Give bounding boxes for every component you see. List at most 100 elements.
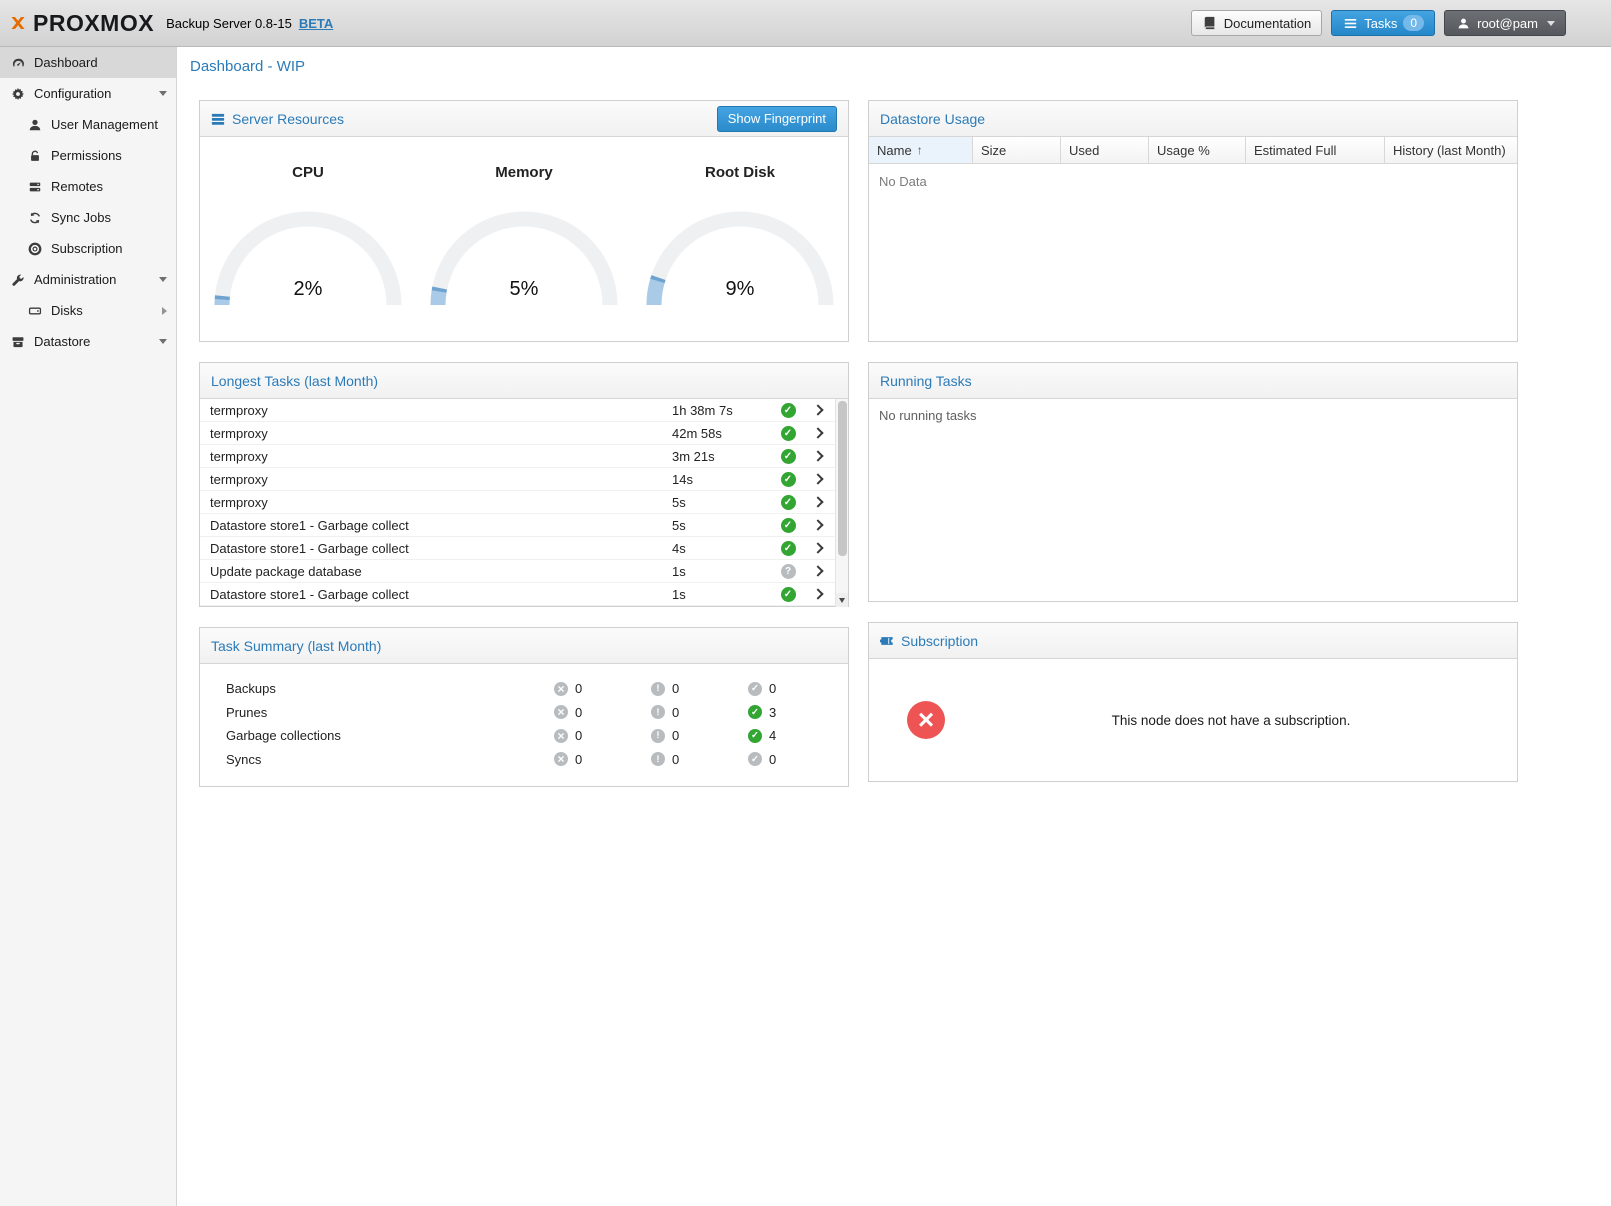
- status-ok-icon: [781, 518, 796, 533]
- task-row[interactable]: Datastore store1 - Garbage collect 1s: [200, 583, 848, 606]
- column-header-used[interactable]: Used: [1061, 137, 1149, 163]
- subscription-message: This node does not have a subscription.: [945, 713, 1517, 728]
- proxmox-x-icon: [10, 9, 26, 37]
- warning-count: 0: [672, 728, 679, 743]
- task-row[interactable]: termproxy 5s: [200, 491, 848, 514]
- task-list-icon: [1342, 17, 1358, 30]
- datastore-usage-panel: Datastore Usage Name ↑ Size Used Usage %…: [868, 100, 1518, 342]
- task-summary-body: Backups 0 0 0 Prunes 0 0 3 Garbage colle…: [200, 664, 848, 771]
- error-icon: [554, 729, 568, 743]
- right-column: Datastore Usage Name ↑ Size Used Usage %…: [868, 100, 1518, 787]
- task-row[interactable]: termproxy 42m 58s: [200, 422, 848, 445]
- dashboard-icon: [10, 56, 26, 70]
- chevron-down-icon[interactable]: [159, 339, 167, 344]
- tasks-label: Tasks: [1364, 16, 1397, 31]
- warning-count: 0: [672, 752, 679, 767]
- user-label: root@pam: [1477, 16, 1538, 31]
- ok-icon: [748, 682, 762, 696]
- datastore-usage-header: Datastore Usage: [869, 101, 1517, 137]
- open-task-button[interactable]: [804, 406, 832, 414]
- open-task-button[interactable]: [804, 475, 832, 483]
- open-task-button[interactable]: [804, 452, 832, 460]
- error-count: 0: [575, 705, 582, 720]
- sidebar-item-permissions[interactable]: Permissions: [0, 140, 176, 171]
- chevron-right-icon: [812, 404, 823, 415]
- task-row[interactable]: Datastore store1 - Garbage collect 4s: [200, 537, 848, 560]
- cpu-gauge: CPU 2%: [208, 137, 408, 309]
- server-resources-header: Server Resources Show Fingerprint: [200, 101, 848, 137]
- chevron-down-icon[interactable]: [159, 277, 167, 282]
- sidebar-item-remotes[interactable]: Remotes: [0, 171, 176, 202]
- summary-row: Garbage collections 0 0 4: [200, 724, 848, 748]
- root-disk-gauge-label: Root Disk: [640, 164, 840, 181]
- column-header-size[interactable]: Size: [973, 137, 1061, 163]
- open-task-button[interactable]: [804, 498, 832, 506]
- warning-icon: [651, 705, 665, 719]
- sidebar-item-configuration[interactable]: Configuration: [0, 78, 176, 109]
- tasks-button[interactable]: Tasks 0: [1331, 10, 1435, 36]
- running-tasks-panel: Running Tasks No running tasks: [868, 362, 1518, 602]
- chevron-right-icon: [812, 427, 823, 438]
- empty-state-text: No running tasks: [869, 399, 1517, 432]
- sidebar-item-dashboard[interactable]: Dashboard: [0, 47, 176, 78]
- gear-icon: [10, 87, 26, 101]
- longest-tasks-header: Longest Tasks (last Month): [200, 363, 848, 399]
- column-header-name[interactable]: Name ↑: [869, 137, 973, 163]
- open-task-button[interactable]: [804, 429, 832, 437]
- sidebar-item-sync-jobs[interactable]: Sync Jobs: [0, 202, 176, 233]
- chevron-right-icon[interactable]: [162, 307, 167, 315]
- triangle-down-icon: [839, 598, 845, 603]
- column-header-estimated-full[interactable]: Estimated Full: [1246, 137, 1385, 163]
- chevron-down-icon[interactable]: [159, 91, 167, 96]
- user-menu-button[interactable]: root@pam: [1444, 10, 1566, 36]
- open-task-button[interactable]: [804, 544, 832, 552]
- task-row[interactable]: Update package database 1s: [200, 560, 848, 583]
- top-right-toolbar: Documentation Tasks 0 root@pam: [1191, 10, 1566, 36]
- chevron-right-icon: [812, 450, 823, 461]
- user-icon: [27, 118, 43, 132]
- datastore-usage-title: Datastore Usage: [880, 111, 985, 127]
- running-tasks-header: Running Tasks: [869, 363, 1517, 399]
- task-row[interactable]: Datastore store1 - Garbage collect 5s: [200, 514, 848, 537]
- status-ok-icon: [781, 587, 796, 602]
- sidebar-item-datastore[interactable]: Datastore: [0, 326, 176, 357]
- task-row[interactable]: termproxy 3m 21s: [200, 445, 848, 468]
- ok-count: 4: [769, 728, 776, 743]
- beta-link[interactable]: BETA: [299, 16, 333, 31]
- status-ok-icon: [781, 541, 796, 556]
- documentation-button[interactable]: Documentation: [1191, 10, 1322, 36]
- status-unknown-icon: [781, 564, 796, 579]
- tasks-count-badge: 0: [1403, 15, 1424, 31]
- sidebar-item-subscription[interactable]: Subscription: [0, 233, 176, 264]
- ok-icon: [748, 705, 762, 719]
- sidebar-item-user-management[interactable]: User Management: [0, 109, 176, 140]
- unlock-icon: [27, 149, 43, 163]
- open-task-button[interactable]: [804, 567, 832, 575]
- subscription-panel: Subscription × This node does not have a…: [868, 622, 1518, 782]
- open-task-button[interactable]: [804, 590, 832, 598]
- chevron-right-icon: [812, 588, 823, 599]
- scroll-down-button[interactable]: [836, 593, 848, 607]
- proxmox-logo: PROXMOX: [10, 9, 154, 37]
- sidebar-item-disks[interactable]: Disks: [0, 295, 176, 326]
- error-icon: [554, 705, 568, 719]
- open-task-button[interactable]: [804, 521, 832, 529]
- ticket-icon: [880, 634, 894, 648]
- column-header-usage-pct[interactable]: Usage %: [1149, 137, 1246, 163]
- summary-row: Backups 0 0 0: [200, 677, 848, 701]
- scrollbar-thumb[interactable]: [838, 401, 847, 556]
- task-summary-panel: Task Summary (last Month) Backups 0 0 0 …: [199, 627, 849, 787]
- subscription-body: × This node does not have a subscription…: [869, 659, 1517, 781]
- ok-icon: [748, 752, 762, 766]
- show-fingerprint-button[interactable]: Show Fingerprint: [717, 106, 837, 132]
- task-row[interactable]: termproxy 14s: [200, 468, 848, 491]
- sync-icon: [27, 211, 43, 225]
- warning-icon: [651, 752, 665, 766]
- server-stack-icon: [27, 180, 43, 194]
- error-icon: [554, 752, 568, 766]
- scrollbar[interactable]: [835, 399, 848, 607]
- column-header-history[interactable]: History (last Month): [1385, 137, 1517, 163]
- task-row[interactable]: termproxy 1h 38m 7s: [200, 399, 848, 422]
- sidebar-item-administration[interactable]: Administration: [0, 264, 176, 295]
- server-resources-title: Server Resources: [232, 111, 344, 127]
